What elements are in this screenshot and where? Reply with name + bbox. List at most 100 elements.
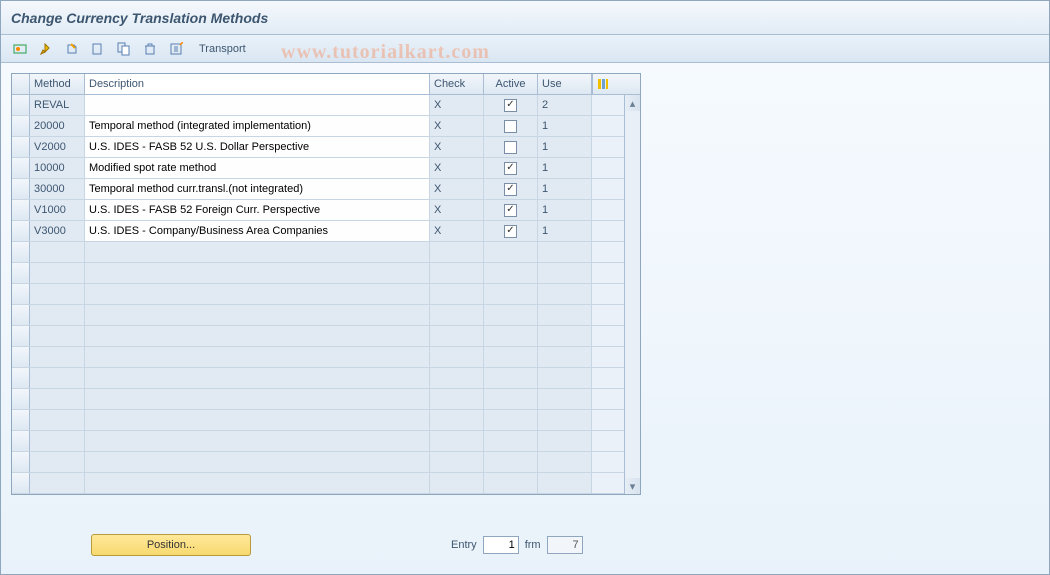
active-checkbox[interactable]: [504, 204, 517, 217]
row-selector[interactable]: [12, 137, 30, 157]
cell-active[interactable]: [484, 389, 538, 409]
transport-button[interactable]: Transport: [191, 39, 254, 59]
table-row[interactable]: V1000U.S. IDES - FASB 52 Foreign Curr. P…: [12, 200, 640, 221]
change-icon[interactable]: [35, 39, 57, 59]
cell-use[interactable]: 1: [538, 200, 592, 220]
cell-active[interactable]: [484, 347, 538, 367]
row-selector[interactable]: [12, 263, 30, 283]
scroll-down-icon[interactable]: ▾: [625, 478, 640, 494]
column-header-use[interactable]: Use: [538, 74, 592, 94]
cell-check[interactable]: X: [430, 200, 484, 220]
table-row[interactable]: [12, 389, 640, 410]
cell-method[interactable]: V3000: [30, 221, 85, 241]
cell-check[interactable]: [430, 410, 484, 430]
cell-check[interactable]: [430, 326, 484, 346]
cell-active[interactable]: [484, 305, 538, 325]
cell-method[interactable]: [30, 284, 85, 304]
table-row[interactable]: 10000Modified spot rate methodX1: [12, 158, 640, 179]
cell-active[interactable]: [484, 158, 538, 178]
table-row[interactable]: [12, 431, 640, 452]
position-button[interactable]: Position...: [91, 534, 251, 556]
copy-as-icon[interactable]: [113, 39, 135, 59]
table-row[interactable]: V3000U.S. IDES - Company/Business Area C…: [12, 221, 640, 242]
cell-description[interactable]: [85, 473, 430, 493]
row-selector[interactable]: [12, 452, 30, 472]
cell-active[interactable]: [484, 473, 538, 493]
active-checkbox[interactable]: [504, 141, 517, 154]
row-selector[interactable]: [12, 158, 30, 178]
table-row[interactable]: [12, 263, 640, 284]
row-selector[interactable]: [12, 200, 30, 220]
table-row[interactable]: V2000U.S. IDES - FASB 52 U.S. Dollar Per…: [12, 137, 640, 158]
cell-method[interactable]: [30, 326, 85, 346]
cell-use[interactable]: 1: [538, 116, 592, 136]
cell-use[interactable]: [538, 242, 592, 262]
cell-method[interactable]: REVAL: [30, 95, 85, 115]
cell-description[interactable]: [85, 263, 430, 283]
cell-use[interactable]: [538, 473, 592, 493]
row-selector[interactable]: [12, 221, 30, 241]
column-header-description[interactable]: Description: [85, 74, 430, 94]
table-row[interactable]: [12, 284, 640, 305]
cell-check[interactable]: [430, 284, 484, 304]
details-icon[interactable]: [9, 39, 31, 59]
cell-use[interactable]: [538, 368, 592, 388]
cell-method[interactable]: 20000: [30, 116, 85, 136]
table-row[interactable]: [12, 242, 640, 263]
cell-active[interactable]: [484, 452, 538, 472]
cell-check[interactable]: [430, 305, 484, 325]
scroll-up-icon[interactable]: ▴: [625, 95, 640, 111]
table-row[interactable]: 20000Temporal method (integrated impleme…: [12, 116, 640, 137]
active-checkbox[interactable]: [504, 225, 517, 238]
active-checkbox[interactable]: [504, 183, 517, 196]
cell-description[interactable]: [85, 95, 430, 115]
row-selector[interactable]: [12, 368, 30, 388]
table-row[interactable]: [12, 452, 640, 473]
copy-icon[interactable]: [87, 39, 109, 59]
cell-method[interactable]: [30, 431, 85, 451]
cell-use[interactable]: [538, 389, 592, 409]
cell-active[interactable]: [484, 326, 538, 346]
cell-check[interactable]: X: [430, 179, 484, 199]
cell-active[interactable]: [484, 242, 538, 262]
cell-use[interactable]: [538, 452, 592, 472]
table-row[interactable]: [12, 347, 640, 368]
cell-active[interactable]: [484, 431, 538, 451]
cell-check[interactable]: X: [430, 116, 484, 136]
row-selector[interactable]: [12, 473, 30, 493]
cell-method[interactable]: [30, 347, 85, 367]
cell-description[interactable]: [85, 410, 430, 430]
cell-use[interactable]: [538, 305, 592, 325]
row-selector[interactable]: [12, 95, 30, 115]
cell-method[interactable]: [30, 389, 85, 409]
cell-use[interactable]: 2: [538, 95, 592, 115]
row-selector[interactable]: [12, 305, 30, 325]
scroll-track[interactable]: [625, 111, 640, 478]
active-checkbox[interactable]: [504, 162, 517, 175]
row-selector[interactable]: [12, 410, 30, 430]
row-selector[interactable]: [12, 389, 30, 409]
cell-method[interactable]: [30, 452, 85, 472]
cell-description[interactable]: [85, 242, 430, 262]
cell-use[interactable]: 1: [538, 158, 592, 178]
cell-description[interactable]: [85, 305, 430, 325]
cell-description[interactable]: [85, 431, 430, 451]
cell-method[interactable]: [30, 410, 85, 430]
cell-active[interactable]: [484, 221, 538, 241]
row-selector[interactable]: [12, 116, 30, 136]
row-selector[interactable]: [12, 347, 30, 367]
cell-active[interactable]: [484, 284, 538, 304]
cell-use[interactable]: [538, 263, 592, 283]
cell-use[interactable]: [538, 347, 592, 367]
configure-columns-icon[interactable]: [592, 74, 612, 94]
cell-description[interactable]: U.S. IDES - FASB 52 U.S. Dollar Perspect…: [85, 137, 430, 157]
table-row[interactable]: [12, 326, 640, 347]
cell-method[interactable]: [30, 263, 85, 283]
cell-method[interactable]: V1000: [30, 200, 85, 220]
table-row[interactable]: [12, 410, 640, 431]
cell-use[interactable]: [538, 284, 592, 304]
table-row[interactable]: 30000Temporal method curr.transl.(not in…: [12, 179, 640, 200]
table-row[interactable]: [12, 305, 640, 326]
cell-use[interactable]: 1: [538, 137, 592, 157]
vertical-scrollbar[interactable]: ▴ ▾: [624, 95, 640, 494]
